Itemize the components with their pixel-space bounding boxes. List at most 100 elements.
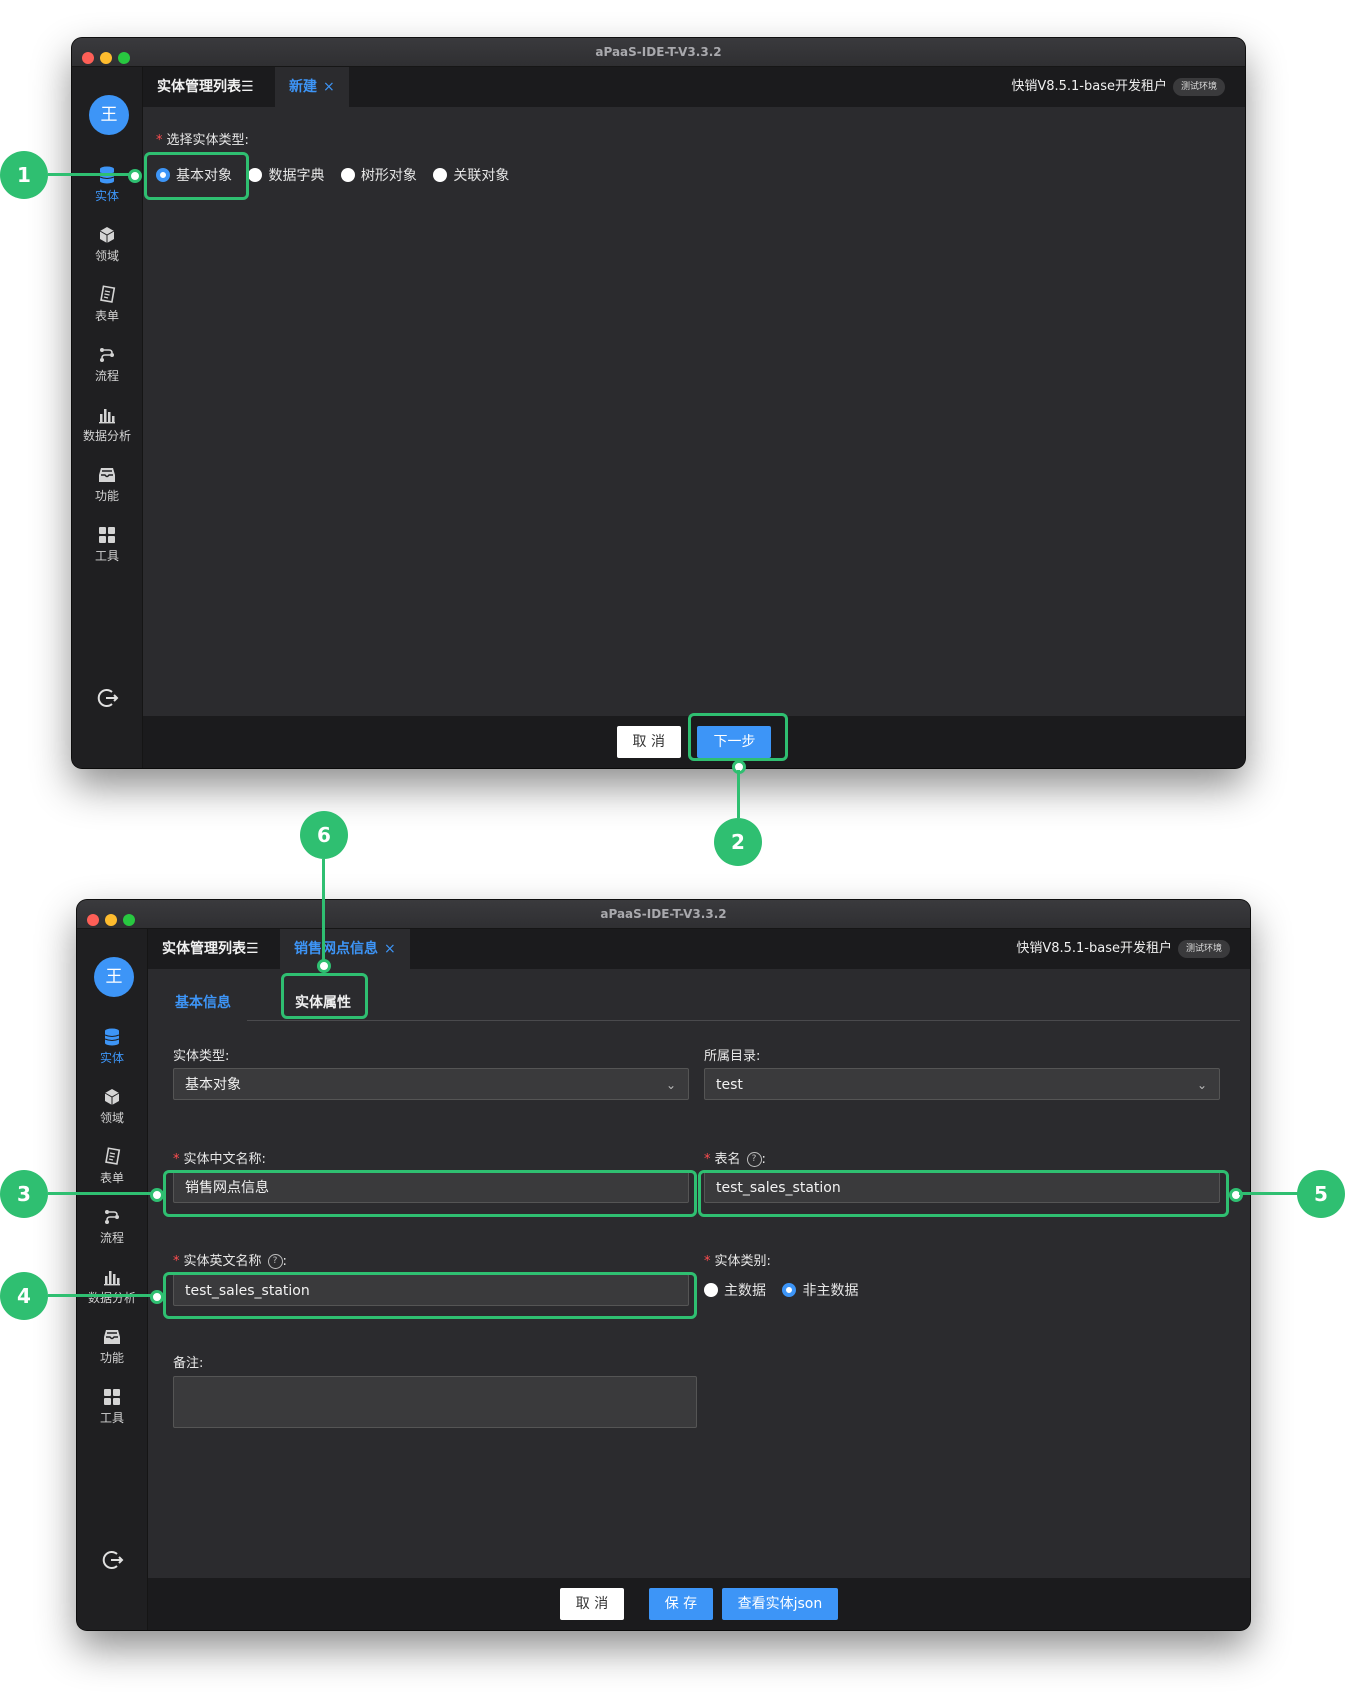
sidebar-item-domain[interactable]: 领域 [72, 225, 142, 264]
radio-circle[interactable] [433, 168, 448, 182]
entity-type-select[interactable]: 基本对象 ⌄ [173, 1068, 689, 1100]
highlight-en-name [163, 1272, 697, 1319]
sidebar-item-label: 工具 [99, 1411, 124, 1425]
zoom-dot[interactable] [118, 52, 130, 64]
cube-icon [104, 1089, 120, 1105]
radio-non-master-data[interactable]: 非主数据 [782, 1280, 858, 1300]
radio-relation-object[interactable]: 关联对象 [433, 165, 509, 185]
sidebar-item-flow[interactable]: 流程 [72, 345, 142, 384]
tab-entity-list[interactable]: 实体管理列表☰ [143, 67, 268, 107]
avatar[interactable]: 王 [94, 957, 134, 997]
tab-entity-detail[interactable]: 销售网点信息 × [280, 929, 410, 969]
minimize-dot[interactable] [105, 914, 117, 926]
highlight-entity-attributes-tab [281, 973, 368, 1019]
close-dot[interactable] [87, 914, 99, 926]
radio-data-dictionary[interactable]: 数据字典 [248, 165, 324, 185]
sidebar-item-function[interactable]: 功能 [72, 465, 142, 504]
radio-label: 关联对象 [453, 168, 510, 184]
zoom-dot[interactable] [123, 914, 135, 926]
tenant-name: 快销V8.5.1-base开发租户 [1016, 941, 1172, 956]
sidebar: 王 实体 领域 表单 流程 数据分析 功能 工具 [77, 929, 148, 1630]
tab-label: 销售网点信息 [294, 941, 378, 957]
label-text: 选择实体类型: [166, 133, 249, 148]
radio-label: 数据字典 [268, 168, 325, 184]
grid-icon [104, 1389, 120, 1405]
sidebar-item-tools[interactable]: 工具 [72, 525, 142, 564]
sidebar-item-entity[interactable]: 实体 [77, 1027, 147, 1066]
sidebar-item-label: 功能 [99, 1351, 124, 1365]
env-badge: 测试环境 [1172, 77, 1225, 96]
entity-category-radio-group: 主数据 非主数据 [704, 1280, 870, 1300]
window-title: aPaaS-IDE-T-V3.3.2 [595, 45, 722, 59]
tenant-info: 快销V8.5.1-base开发租户 测试环境 [1011, 67, 1225, 107]
callout-connector [1239, 1192, 1299, 1195]
ide-window-step1: aPaaS-IDE-T-V3.3.2 王 实体 领域 表单 流程 数据分析 功能 [72, 38, 1245, 768]
sidebar-item-tools[interactable]: 工具 [77, 1387, 147, 1426]
sidebar-item-form[interactable]: 表单 [72, 285, 142, 324]
logout-icon[interactable] [97, 687, 119, 709]
help-icon[interactable]: ? [746, 1152, 762, 1167]
radio-label: 树形对象 [360, 168, 417, 184]
sidebar-item-domain[interactable]: 领域 [77, 1087, 147, 1126]
callout-connector [48, 1294, 152, 1297]
bar-chart-icon [99, 409, 115, 424]
cancel-button[interactable]: 取 消 [616, 726, 681, 758]
tab-new[interactable]: 新建 × [275, 67, 349, 107]
env-badge: 测试环境 [1177, 939, 1230, 958]
remark-textarea[interactable] [173, 1376, 697, 1428]
sidebar-item-label: 表单 [94, 309, 119, 323]
callout-2: 2 [714, 818, 762, 866]
entity-type-label: 实体类型: [173, 1049, 230, 1064]
sidebar-item-form[interactable]: 表单 [77, 1147, 147, 1186]
tab-bar: 实体管理列表☰ 销售网点信息 × 快销V8.5.1-base开发租户 测试环境 [148, 929, 1250, 969]
radio-label: 主数据 [724, 1283, 766, 1299]
radio-circle[interactable] [704, 1283, 718, 1297]
radio-circle[interactable] [782, 1283, 797, 1297]
radio-circle[interactable] [248, 168, 263, 182]
tab-bar: 实体管理列表☰ 新建 × 快销V8.5.1-base开发租户 测试环境 [143, 67, 1245, 107]
callout-knob [150, 1290, 164, 1304]
callout-1: 1 [0, 151, 48, 199]
tenant-name: 快销V8.5.1-base开发租户 [1011, 79, 1167, 94]
tab-entity-list[interactable]: 实体管理列表☰ [148, 929, 273, 969]
radio-master-data[interactable]: 主数据 [704, 1280, 766, 1300]
title-bar: aPaaS-IDE-T-V3.3.2 [77, 900, 1250, 929]
label-text: 实体英文名称 [183, 1254, 262, 1269]
view-json-button[interactable]: 查看实体json [721, 1588, 839, 1620]
sidebar-item-analytics[interactable]: 数据分析 [72, 405, 142, 444]
highlight-table-name [698, 1170, 1229, 1217]
title-bar: aPaaS-IDE-T-V3.3.2 [72, 38, 1245, 67]
close-dot[interactable] [82, 52, 94, 64]
sidebar-item-label: 数据分析 [82, 429, 131, 443]
sidebar-item-analytics[interactable]: 数据分析 [77, 1267, 147, 1306]
sidebar-item-function[interactable]: 功能 [77, 1327, 147, 1366]
avatar[interactable]: 王 [89, 95, 129, 135]
sidebar-item-label: 实体 [99, 1051, 124, 1065]
form-icon [105, 1147, 121, 1165]
radio-label: 非主数据 [802, 1283, 859, 1299]
subtab-basic-info[interactable]: 基本信息 [175, 992, 231, 1012]
sidebar-item-flow[interactable]: 流程 [77, 1207, 147, 1246]
radio-tree-object[interactable]: 树形对象 [340, 165, 417, 185]
label-text: 实体类别: [714, 1254, 771, 1269]
minimize-dot[interactable] [100, 52, 112, 64]
callout-connector [737, 770, 740, 818]
cancel-button[interactable]: 取 消 [559, 1588, 625, 1620]
label-text: 实体中文名称: [183, 1152, 266, 1167]
form-icon [100, 285, 116, 303]
catalog-label: 所属目录: [704, 1049, 761, 1064]
save-button[interactable]: 保 存 [648, 1588, 714, 1620]
logout-icon[interactable] [102, 1549, 124, 1571]
sidebar-item-label: 流程 [99, 1231, 124, 1245]
help-icon[interactable]: ? [267, 1254, 283, 1269]
callout-connector [48, 1192, 152, 1195]
highlight-next-button [688, 713, 788, 761]
radio-circle[interactable] [340, 168, 355, 182]
cube-icon [99, 227, 115, 243]
highlight-basic-object [144, 152, 249, 200]
catalog-select[interactable]: test ⌄ [704, 1068, 1220, 1100]
en-name-label: * 实体英文名称?: [173, 1254, 287, 1269]
close-icon[interactable]: × [384, 941, 396, 957]
close-icon[interactable]: × [323, 79, 335, 95]
sidebar-item-label: 表单 [99, 1171, 124, 1185]
